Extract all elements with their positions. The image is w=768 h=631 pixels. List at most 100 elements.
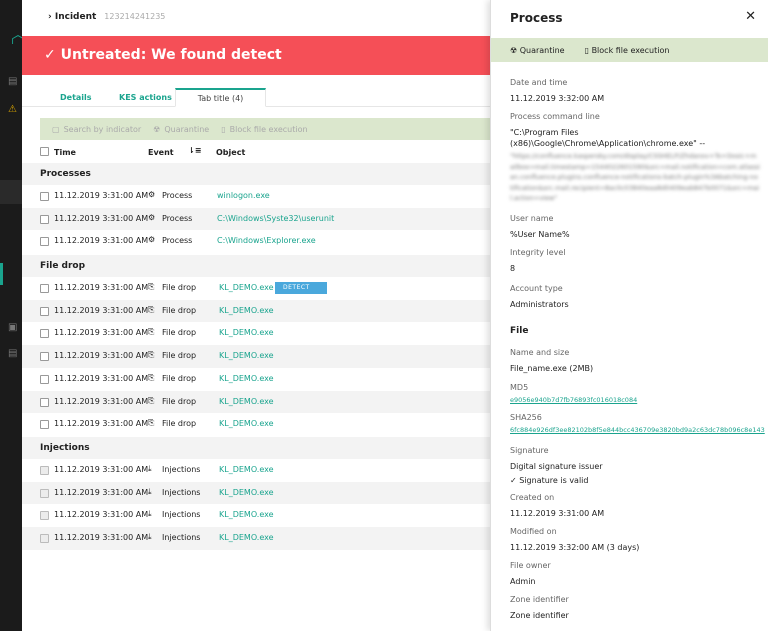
row-object-link[interactable]: winlogon.exe xyxy=(217,191,270,200)
row-checkbox[interactable] xyxy=(40,306,49,316)
row-checkbox[interactable] xyxy=(40,352,49,362)
row-object-link[interactable]: KL_DEMO.exe xyxy=(219,465,274,474)
file-drop-icon: ⎘ xyxy=(148,350,155,360)
value: 11.12.2019 3:31:00 AM xyxy=(510,509,605,518)
sort-icon[interactable]: ⇂≡ xyxy=(188,146,201,155)
quarantine-button[interactable]: ☢ Quarantine xyxy=(153,125,209,134)
table-row[interactable]: 11.12.2019 3:31:00 AM ⤓ Injections KL_DE… xyxy=(22,481,490,505)
value: %User Name% xyxy=(510,230,570,239)
value: Digital signature issuer xyxy=(510,462,603,471)
incident-label: Incident xyxy=(54,12,97,22)
row-object-link[interactable]: KL_DEMO.exe xyxy=(219,374,274,383)
row-object-link[interactable]: KL_DEMO.exe xyxy=(219,397,274,406)
section-header: Injections xyxy=(22,437,490,459)
row-object-link[interactable]: KL_DEMO.exe xyxy=(219,488,274,497)
panel-block-label: Block file execution xyxy=(591,45,670,55)
row-object-link[interactable]: KL_DEMO.exe xyxy=(219,419,274,428)
breadcrumb[interactable]: › Incident 123214241235 xyxy=(48,12,165,22)
row-checkbox[interactable] xyxy=(40,329,49,339)
row-object-link[interactable]: KL_DEMO.exe xyxy=(219,351,274,360)
row-checkbox[interactable] xyxy=(40,488,49,498)
devices-icon[interactable]: ▣ xyxy=(8,322,22,334)
column-object[interactable]: Object xyxy=(216,148,245,157)
app-sidebar: ⬡ ▤ ⚠ ▣ ▤ xyxy=(0,0,25,631)
row-object-link[interactable]: C:\Windows\Syste32\userunit xyxy=(217,214,334,223)
md5-link[interactable]: e9056e940b7d7fb76893fc016018c084 xyxy=(510,396,760,404)
row-checkbox[interactable] xyxy=(40,374,49,384)
table-row[interactable]: 11.12.2019 3:31:00 AM ⎘ File drop KL_DEM… xyxy=(22,413,490,436)
sidebar-item-active[interactable] xyxy=(0,263,3,285)
label: Name and size xyxy=(510,348,570,357)
row-object-link[interactable]: KL_DEMO.exe xyxy=(219,306,274,315)
table-row[interactable]: 11.12.2019 3:31:00 AM ⤓ Injections KL_DE… xyxy=(22,459,490,482)
tab-title[interactable]: Tab title (4) xyxy=(175,88,266,107)
row-event: File drop xyxy=(162,351,197,361)
row-checkbox[interactable] xyxy=(40,511,49,521)
detect-badge: DETECT xyxy=(275,282,327,294)
label: Account type xyxy=(510,284,563,293)
row-time: 11.12.2019 3:31:00 AM xyxy=(54,328,149,338)
file-drop-icon: ⎘ xyxy=(148,327,155,337)
tab-kes-actions[interactable]: KES actions xyxy=(119,88,172,107)
column-time[interactable]: Time xyxy=(54,148,76,157)
row-time: 11.12.2019 3:31:00 AM xyxy=(54,213,149,223)
value: 11.12.2019 3:32:00 AM xyxy=(510,94,605,103)
table-row[interactable]: 11.12.2019 3:31:00 AM ⤓ Injections KL_DE… xyxy=(22,504,490,527)
row-checkbox[interactable] xyxy=(40,397,49,407)
row-checkbox[interactable] xyxy=(40,534,49,544)
table-row[interactable]: 11.12.2019 3:31:00 AM ⎘ File drop KL_DEM… xyxy=(22,368,490,391)
row-checkbox[interactable] xyxy=(40,214,49,224)
field-zone: Zone identifier Zone identifier xyxy=(510,595,760,621)
panel-block-button[interactable]: ▯ Block file execution xyxy=(585,46,670,55)
block-execution-button[interactable]: ▯ Block file execution xyxy=(221,125,307,134)
row-object-link[interactable]: KL_DEMO.exe xyxy=(219,283,274,292)
panel-quarantine-button[interactable]: ☢ Quarantine xyxy=(510,46,565,55)
table-row[interactable]: 11.12.2019 3:31:00 AM ⎘ File drop KL_DEM… xyxy=(22,322,490,345)
row-event: File drop xyxy=(162,396,197,406)
clipboard-icon: ▢ xyxy=(52,124,60,134)
sha256-link[interactable]: 6fc884e926df3ee82102b8f5e844bcc436709e38… xyxy=(510,426,768,434)
field-integrity: Integrity level 8 xyxy=(510,248,760,274)
row-checkbox[interactable] xyxy=(40,237,49,247)
table-row[interactable]: 11.12.2019 3:31:00 AM ⚙ Process C:\Windo… xyxy=(22,207,490,231)
warning-icon[interactable]: ⚠ xyxy=(8,104,22,116)
section-header: Processes xyxy=(22,163,490,185)
table-row[interactable]: 11.12.2019 3:31:00 AM ⚙ Process C:\Windo… xyxy=(22,230,490,253)
table-row[interactable]: 11.12.2019 3:31:00 AM ⤓ Injections KL_DE… xyxy=(22,527,490,550)
tab-details[interactable]: Details xyxy=(60,88,92,107)
row-checkbox[interactable] xyxy=(40,420,49,430)
file-drop-icon: ⎘ xyxy=(148,304,155,314)
row-checkbox[interactable] xyxy=(40,192,49,201)
file-block-icon: ▯ xyxy=(221,124,226,134)
row-checkbox[interactable] xyxy=(40,466,49,475)
biohazard-icon: ☢ xyxy=(510,45,520,55)
table-row[interactable]: 11.12.2019 3:31:00 AM ⎘ File drop KL_DEM… xyxy=(22,345,490,368)
value: File_name.exe (2MB) xyxy=(510,364,594,373)
table-row[interactable]: 11.12.2019 3:31:00 AM ⎘ File drop KL_DEM… xyxy=(22,390,490,414)
field-name: Name and size File_name.exe (2MB) xyxy=(510,348,760,374)
row-object-link[interactable]: KL_DEMO.exe xyxy=(219,328,274,337)
server-icon[interactable]: ▤ xyxy=(8,348,22,360)
select-all-checkbox[interactable] xyxy=(40,147,49,156)
chevron-right-icon: › xyxy=(48,12,52,22)
monitor-icon[interactable]: ▤ xyxy=(8,76,22,88)
row-time: 11.12.2019 3:31:00 AM xyxy=(54,191,149,200)
row-object-link[interactable]: KL_DEMO.exe xyxy=(219,510,274,519)
row-event: Injections xyxy=(162,533,201,543)
search-indicator-button[interactable]: ▢ Search by indicator xyxy=(52,125,141,134)
panel-quarantine-label: Quarantine xyxy=(519,45,565,55)
status-banner: ✓ Untreated: We found detect xyxy=(22,36,490,75)
table-row[interactable]: 11.12.2019 3:31:00 AM ⚙ Process winlogon… xyxy=(22,185,490,208)
table-row[interactable]: 11.12.2019 3:31:00 AM ⎘ File drop KL_DEM… xyxy=(22,277,490,300)
row-object-link[interactable]: C:\Windows\Explorer.exe xyxy=(217,236,316,245)
file-heading: File xyxy=(510,326,529,336)
close-icon[interactable]: ✕ xyxy=(745,9,756,24)
row-time: 11.12.2019 3:31:00 AM xyxy=(54,419,149,429)
column-event[interactable]: Event xyxy=(148,148,174,157)
sidebar-item-selected[interactable] xyxy=(0,180,22,204)
row-time: 11.12.2019 3:31:00 AM xyxy=(54,487,149,497)
row-object-link[interactable]: KL_DEMO.exe xyxy=(219,533,274,542)
row-checkbox[interactable] xyxy=(40,284,49,293)
field-owner: File owner Admin xyxy=(510,561,760,587)
table-row[interactable]: 11.12.2019 3:31:00 AM ⎘ File drop KL_DEM… xyxy=(22,299,490,323)
